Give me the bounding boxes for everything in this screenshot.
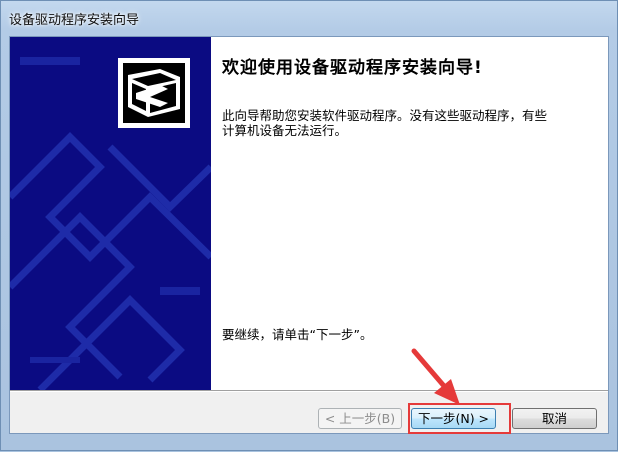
continue-instruction: 要继续，请单击“下一步”。: [222, 327, 373, 342]
wizard-description: 此向导帮助您安装软件驱动程序。没有这些驱动程序，有些计算机设备无法运行。: [222, 108, 548, 138]
window-title: 设备驱动程序安装向导: [9, 13, 140, 28]
wizard-banner: [10, 37, 211, 390]
installer-window: 设备驱动程序安装向导 欢迎使用设备驱动程序安装向导! 此向导帮助您安装软件驱动程…: [0, 0, 618, 451]
cancel-button[interactable]: 取消: [512, 408, 597, 429]
wizard-body: 欢迎使用设备驱动程序安装向导! 此向导帮助您安装软件驱动程序。没有这些驱动程序，…: [211, 37, 608, 390]
wizard-panel: 欢迎使用设备驱动程序安装向导! 此向导帮助您安装软件驱动程序。没有这些驱动程序，…: [9, 36, 609, 434]
next-button[interactable]: 下一步(N) >: [411, 408, 496, 429]
wizard-heading: 欢迎使用设备驱动程序安装向导!: [222, 58, 483, 78]
back-button[interactable]: < 上一步(B): [318, 408, 402, 429]
device-box-icon: [118, 58, 190, 128]
button-separator: [10, 390, 608, 392]
title-bar[interactable]: 设备驱动程序安装向导: [1, 1, 617, 35]
banner-decoration: [10, 57, 211, 390]
